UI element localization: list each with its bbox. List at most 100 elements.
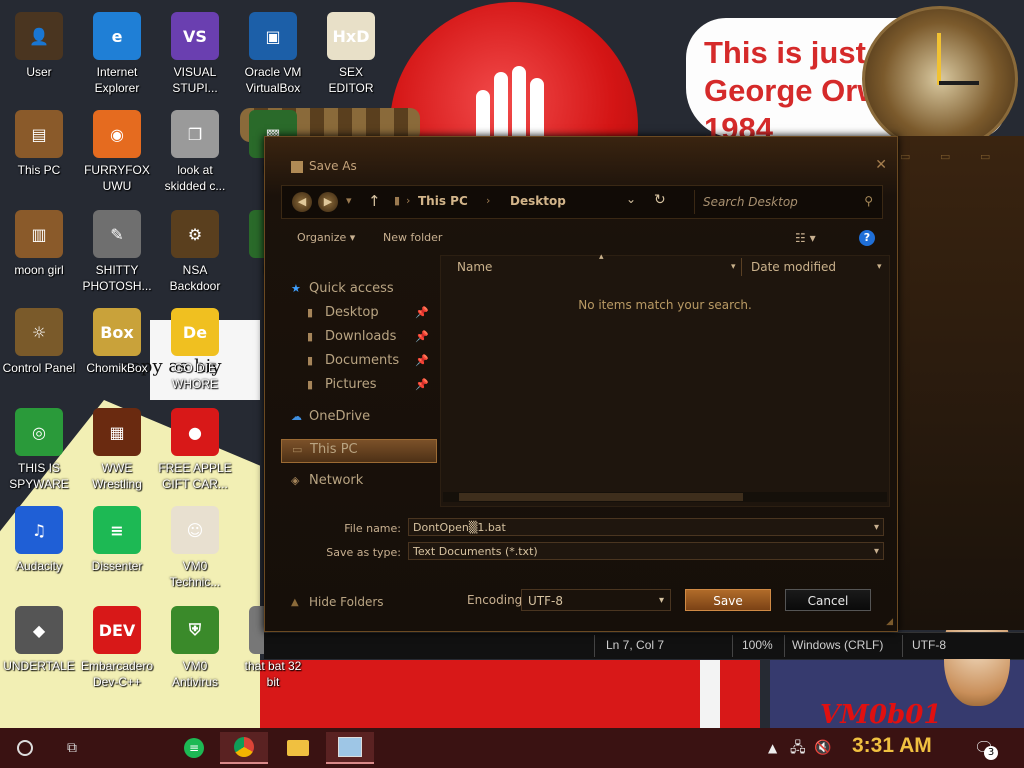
dissenter-taskbar-icon[interactable]: ≡ [170, 732, 218, 764]
forward-icon[interactable]: ▶ [318, 192, 338, 212]
pin-icon: 📌 [415, 306, 429, 319]
back-icon[interactable]: ◀ [292, 192, 312, 212]
pin-icon: 📌 [415, 354, 429, 367]
desktop-icon-oracle-vm[interactable]: ▣ Oracle VM VirtualBox [234, 8, 312, 96]
cancel-button[interactable]: Cancel [785, 589, 871, 611]
desktop-icon-nsa-backdoor[interactable]: ⚙ NSA Backdoor [156, 206, 234, 294]
column-header-name[interactable]: Name [457, 260, 492, 274]
desktop-icon-furryfox[interactable]: ◉ FURRYFOX UWU [78, 106, 156, 194]
desktop-icon-go-die-whore[interactable]: De GO DIE WHORE [156, 304, 234, 392]
nav-item-onedrive[interactable]: ☁ OneDrive [281, 407, 435, 429]
view-options-icon[interactable]: ☷ ▾ [795, 231, 816, 245]
save-as-dialog: Save As ✕ ◀ ▶ ▾ ↑ ▮ › This PC › Desktop … [264, 136, 898, 632]
chevron-down-icon[interactable]: ⌄ [626, 192, 636, 206]
desktop-icon-control-panel[interactable]: ☼ Control Panel [0, 304, 78, 376]
desktop-icon-dev-cpp[interactable]: DEV Embarcadero Dev-C++ [78, 602, 156, 690]
desktop-icon-label: that bat 32 bit [244, 659, 302, 689]
maximize-icon[interactable]: ▭ [940, 150, 950, 163]
desktop-icon-this-pc[interactable]: ▤ This PC [0, 106, 78, 178]
desktop-icon-visual-studio[interactable]: VS VISUAL STUPI... [156, 8, 234, 96]
desktop-icon-look-at-skidded[interactable]: ❐ look at skidded c... [156, 106, 234, 194]
desktop-icon-label: Oracle VM VirtualBox [244, 65, 302, 95]
desktop-icon-moon-girl[interactable]: ▥ moon girl [0, 206, 78, 278]
desktop-icon-label: FURRYFOX UWU [84, 163, 150, 193]
encoding-value: UTF-8 [528, 594, 563, 608]
clock-hour-hand [937, 33, 941, 85]
nav-item-pictures[interactable]: ▮ Pictures 📌 [281, 375, 435, 397]
column-filter-icon[interactable]: ▾ [877, 262, 882, 272]
recent-dropdown-icon[interactable]: ▾ [346, 194, 352, 207]
up-arrow-icon[interactable]: ↑ [368, 192, 381, 210]
hide-folders-button[interactable]: Hide Folders [309, 595, 384, 609]
desktop-icon-label: SHITTY PHOTOSH... [82, 263, 152, 293]
breadcrumb-this-pc[interactable]: This PC [418, 194, 468, 208]
scrollbar-thumb[interactable] [459, 493, 743, 501]
taskbar-clock[interactable]: 3:31 AM [852, 734, 932, 758]
minimize-icon[interactable]: ▭ [900, 150, 910, 163]
file-list: Name ▴ ▾ Date modified ▾ No items match … [440, 252, 890, 507]
chevron-up-icon[interactable]: ▲ [768, 728, 777, 768]
desktop-icon-label: User [26, 65, 52, 79]
refresh-icon[interactable]: ↻ [654, 192, 666, 208]
desktop-icon-internet-explorer[interactable]: e Internet Explorer [78, 8, 156, 96]
chevron-down-icon[interactable]: ▾ [874, 519, 879, 537]
desktop-icon-label: VM0 Antivirus [171, 659, 218, 689]
desktop-icon-user[interactable]: 👤 User [0, 8, 78, 80]
file-name-field[interactable]: DontOpen▒1.bat ▾ [408, 518, 884, 536]
chrome-taskbar-icon[interactable] [220, 732, 268, 764]
network-icon[interactable]: 🖧 [790, 728, 806, 768]
desktop-icon-wwe-wrestling[interactable]: ▦ WWE Wrestling [78, 404, 156, 492]
breadcrumb-desktop[interactable]: Desktop [510, 194, 566, 208]
visual-studio-icon: VS [171, 12, 219, 60]
volume-muted-icon[interactable]: 🔇 [814, 728, 831, 768]
file-explorer-taskbar-icon[interactable] [274, 732, 322, 764]
desktop-icon-sex-editor[interactable]: HxD SEX EDITOR [312, 8, 390, 96]
desktop-icon-audacity[interactable]: ♫ Audacity [0, 502, 78, 574]
sex-editor-icon: HxD [327, 12, 375, 60]
chevron-down-icon[interactable]: ▾ [874, 543, 879, 561]
nav-item-documents[interactable]: ▮ Documents 📌 [281, 351, 435, 373]
desktop-icon-undertale[interactable]: ◆ UNDERTALE [0, 602, 78, 674]
task-view-icon[interactable]: ⧉ [48, 732, 96, 764]
desktop-icon-free-apple[interactable]: ● FREE APPLE GIFT CAR... [156, 404, 234, 492]
desktop-icon-dissenter[interactable]: ≡ Dissenter [78, 502, 156, 574]
this-pc-icon: ▭ [292, 443, 303, 456]
resize-grip-icon[interactable]: ◢ [886, 617, 893, 627]
save-button[interactable]: Save [685, 589, 771, 611]
column-header-date-modified[interactable]: Date modified [751, 260, 836, 274]
desktop-icon-chomikbox[interactable]: Box ChomikBox [78, 304, 156, 376]
search-icon[interactable]: ⚲ [864, 194, 873, 208]
chomikbox-icon: Box [93, 308, 141, 356]
nav-item-desktop[interactable]: ▮ Desktop 📌 [281, 303, 435, 325]
close-icon[interactable]: ▭ [980, 150, 990, 163]
notepad-taskbar-icon[interactable] [326, 732, 374, 764]
search-input[interactable]: Search Desktop ⚲ [694, 190, 881, 214]
encoding-select[interactable]: UTF-8 ▾ [521, 589, 671, 611]
nav-item-this-pc[interactable]: ▭ This PC [281, 439, 437, 463]
moon-girl-icon: ▥ [15, 210, 63, 258]
desktop-icon-vm0-antivirus[interactable]: ⛨ VM0 Antivirus [156, 602, 234, 690]
desktop-icon-this-is-spyware[interactable]: ◎ THIS IS SPYWARE [0, 404, 78, 492]
chevron-up-icon[interactable]: ▲ [291, 597, 299, 608]
nav-item-quick-access[interactable]: ★ Quick access [281, 279, 435, 301]
nav-item-network[interactable]: ◈ Network [281, 471, 435, 493]
search-icon[interactable] [0, 732, 50, 764]
close-icon[interactable]: ✕ [875, 157, 887, 173]
column-filter-icon[interactable]: ▾ [731, 262, 736, 272]
nav-item-downloads[interactable]: ▮ Downloads 📌 [281, 327, 435, 349]
help-icon[interactable]: ? [859, 230, 875, 246]
save-as-type-select[interactable]: Text Documents (*.txt) ▾ [408, 542, 884, 560]
desktop-icon-vm0-technic[interactable]: ☺ VM0 Technic... [156, 502, 234, 590]
chevron-down-icon[interactable]: ▾ [659, 590, 664, 612]
empty-message: No items match your search. [578, 298, 752, 312]
downloads-icon: ▮ [307, 330, 314, 343]
clock-minute-hand [939, 81, 979, 85]
horizontal-scrollbar[interactable] [443, 492, 887, 502]
desktop-icon-label: Control Panel [2, 361, 76, 375]
desktop-icon-label: moon girl [14, 263, 64, 277]
organize-button[interactable]: Organize ▾ [297, 231, 355, 244]
undertale-icon: ◆ [15, 606, 63, 654]
new-folder-button[interactable]: New folder [383, 231, 442, 244]
desktop-icon-label: GO DIE WHORE [172, 361, 218, 391]
desktop-icon-shitty-photoshop[interactable]: ✎ SHITTY PHOTOSH... [78, 206, 156, 294]
